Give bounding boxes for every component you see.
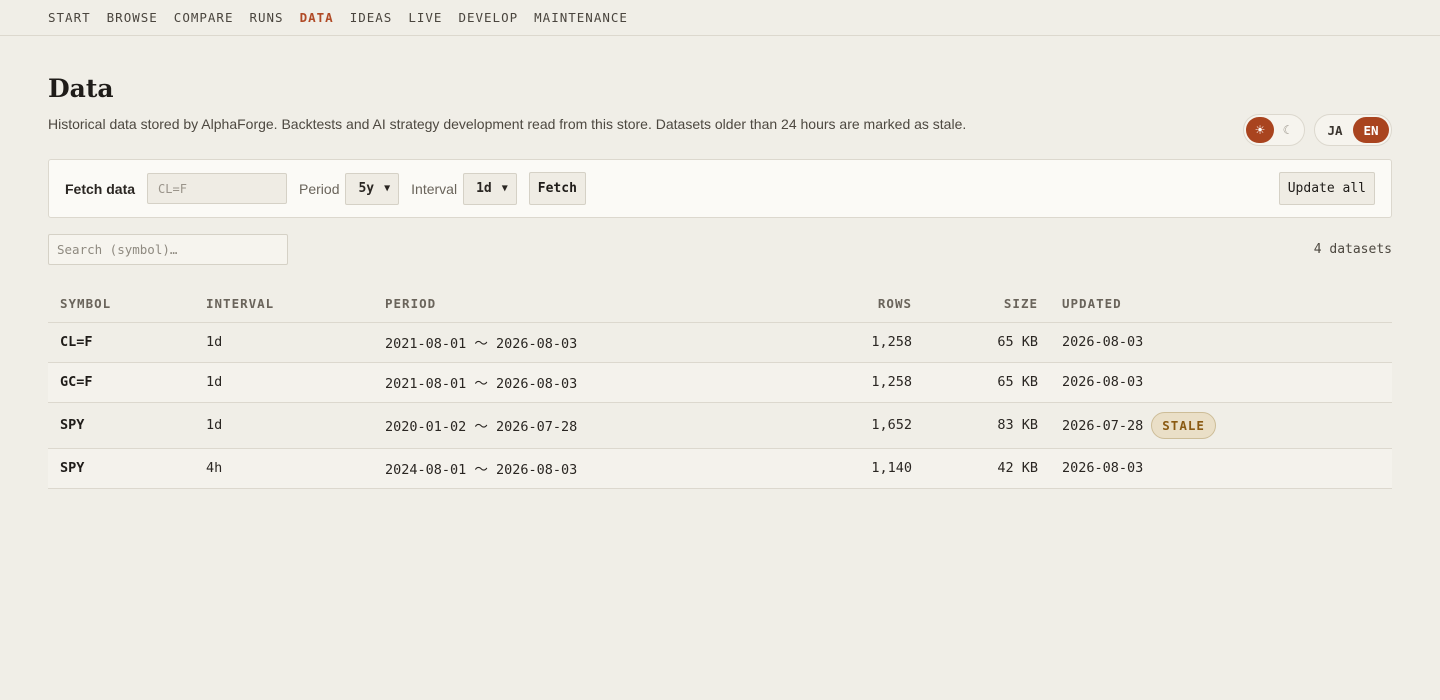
nav-item-start[interactable]: START: [48, 10, 91, 25]
cell-size: 65 KB: [924, 322, 1050, 363]
cell-interval: 1d: [194, 402, 373, 449]
nav-item-ideas[interactable]: IDEAS: [350, 10, 393, 25]
col-rows[interactable]: ROWS: [758, 285, 924, 323]
updated-date: 2026-08-03: [1062, 374, 1144, 390]
top-nav: START BROWSE COMPARE RUNS DATA IDEAS LIV…: [0, 0, 1440, 36]
page-description: Historical data stored by AlphaForge. Ba…: [48, 116, 967, 132]
period-select-value: 5y: [358, 181, 375, 196]
cell-size: 83 KB: [924, 402, 1050, 449]
search-row: 4 datasets: [48, 234, 1392, 265]
cell-period: 2024-08-01 〜 2026-08-03: [373, 448, 758, 489]
nav-item-maintenance[interactable]: MAINTENANCE: [534, 10, 628, 25]
nav-item-compare[interactable]: COMPARE: [174, 10, 234, 25]
cell-interval: 1d: [194, 362, 373, 403]
dark-mode-icon[interactable]: ☾: [1274, 117, 1302, 143]
page-title: Data: [48, 74, 114, 103]
cell-rows: 1,258: [758, 322, 924, 363]
cell-interval: 4h: [194, 448, 373, 489]
cell-updated: 2026-07-28 STALE: [1050, 402, 1392, 449]
updated-date: 2026-08-03: [1062, 460, 1144, 476]
table-row[interactable]: SPY 4h 2024-08-01 〜 2026-08-03 1,140 42 …: [48, 448, 1392, 489]
period-select[interactable]: 5y ▼: [345, 172, 400, 205]
chevron-down-icon: ▼: [501, 183, 508, 194]
table-row[interactable]: CL=F 1d 2021-08-01 〜 2026-08-03 1,258 65…: [48, 322, 1392, 363]
updated-date: 2026-08-03: [1062, 334, 1144, 350]
cell-symbol: CL=F: [48, 322, 194, 363]
dataset-count: 4 datasets: [1313, 242, 1392, 257]
table-header-row: SYMBOL INTERVAL PERIOD ROWS SIZE UPDATED: [48, 285, 1392, 323]
fetch-label: Fetch data: [65, 180, 136, 197]
datasets-table: SYMBOL INTERVAL PERIOD ROWS SIZE UPDATED…: [48, 285, 1392, 489]
cell-period: 2021-08-01 〜 2026-08-03: [373, 322, 758, 363]
symbol-input[interactable]: [147, 173, 288, 204]
cell-updated: 2026-08-03: [1050, 322, 1392, 363]
fetch-button[interactable]: Fetch: [528, 172, 586, 205]
cell-updated: 2026-08-03: [1050, 448, 1392, 489]
period-label: Period: [299, 180, 340, 197]
cell-period: 2021-08-01 〜 2026-08-03: [373, 362, 758, 403]
col-period[interactable]: PERIOD: [373, 285, 758, 323]
main-content: ☀ ☾ JA EN Data Historical data stored by…: [0, 74, 1440, 489]
table-row[interactable]: SPY 1d 2020-01-02 〜 2026-07-28 1,652 83 …: [48, 402, 1392, 449]
theme-toggle: ☀ ☾: [1243, 114, 1305, 146]
cell-size: 42 KB: [924, 448, 1050, 489]
cell-rows: 1,258: [758, 362, 924, 403]
chevron-down-icon: ▼: [384, 183, 391, 194]
nav-item-develop[interactable]: DEVELOP: [458, 10, 518, 25]
col-symbol[interactable]: SYMBOL: [48, 285, 194, 323]
nav-item-runs[interactable]: RUNS: [249, 10, 283, 25]
lang-en-button[interactable]: EN: [1353, 117, 1389, 143]
cell-symbol: SPY: [48, 402, 194, 449]
cell-rows: 1,140: [758, 448, 924, 489]
fetch-panel: Fetch data Period 5y ▼ Interval 1d ▼ Fet…: [48, 159, 1392, 218]
cell-period: 2020-01-02 〜 2026-07-28: [373, 402, 758, 449]
interval-label: Interval: [411, 180, 458, 197]
cell-updated: 2026-08-03: [1050, 362, 1392, 403]
lang-ja-button[interactable]: JA: [1317, 117, 1353, 143]
update-all-button[interactable]: Update all: [1278, 172, 1375, 205]
nav-item-data[interactable]: DATA: [300, 10, 334, 25]
table-row[interactable]: GC=F 1d 2021-08-01 〜 2026-08-03 1,258 65…: [48, 362, 1392, 403]
language-toggle: JA EN: [1314, 114, 1392, 146]
search-input[interactable]: [48, 234, 288, 265]
interval-select[interactable]: 1d ▼: [463, 172, 517, 205]
col-interval[interactable]: INTERVAL: [194, 285, 373, 323]
updated-date: 2026-07-28: [1062, 417, 1144, 434]
cell-size: 65 KB: [924, 362, 1050, 403]
cell-symbol: SPY: [48, 448, 194, 489]
nav-item-live[interactable]: LIVE: [408, 10, 442, 25]
cell-rows: 1,652: [758, 402, 924, 449]
interval-select-value: 1d: [476, 181, 492, 196]
cell-interval: 1d: [194, 322, 373, 363]
col-updated[interactable]: UPDATED: [1050, 285, 1392, 323]
stale-badge: STALE: [1151, 411, 1216, 439]
light-mode-icon[interactable]: ☀: [1246, 117, 1274, 143]
cell-symbol: GC=F: [48, 362, 194, 403]
col-size[interactable]: SIZE: [924, 285, 1050, 323]
nav-item-browse[interactable]: BROWSE: [107, 10, 158, 25]
header-toggles: ☀ ☾ JA EN: [1243, 114, 1392, 146]
